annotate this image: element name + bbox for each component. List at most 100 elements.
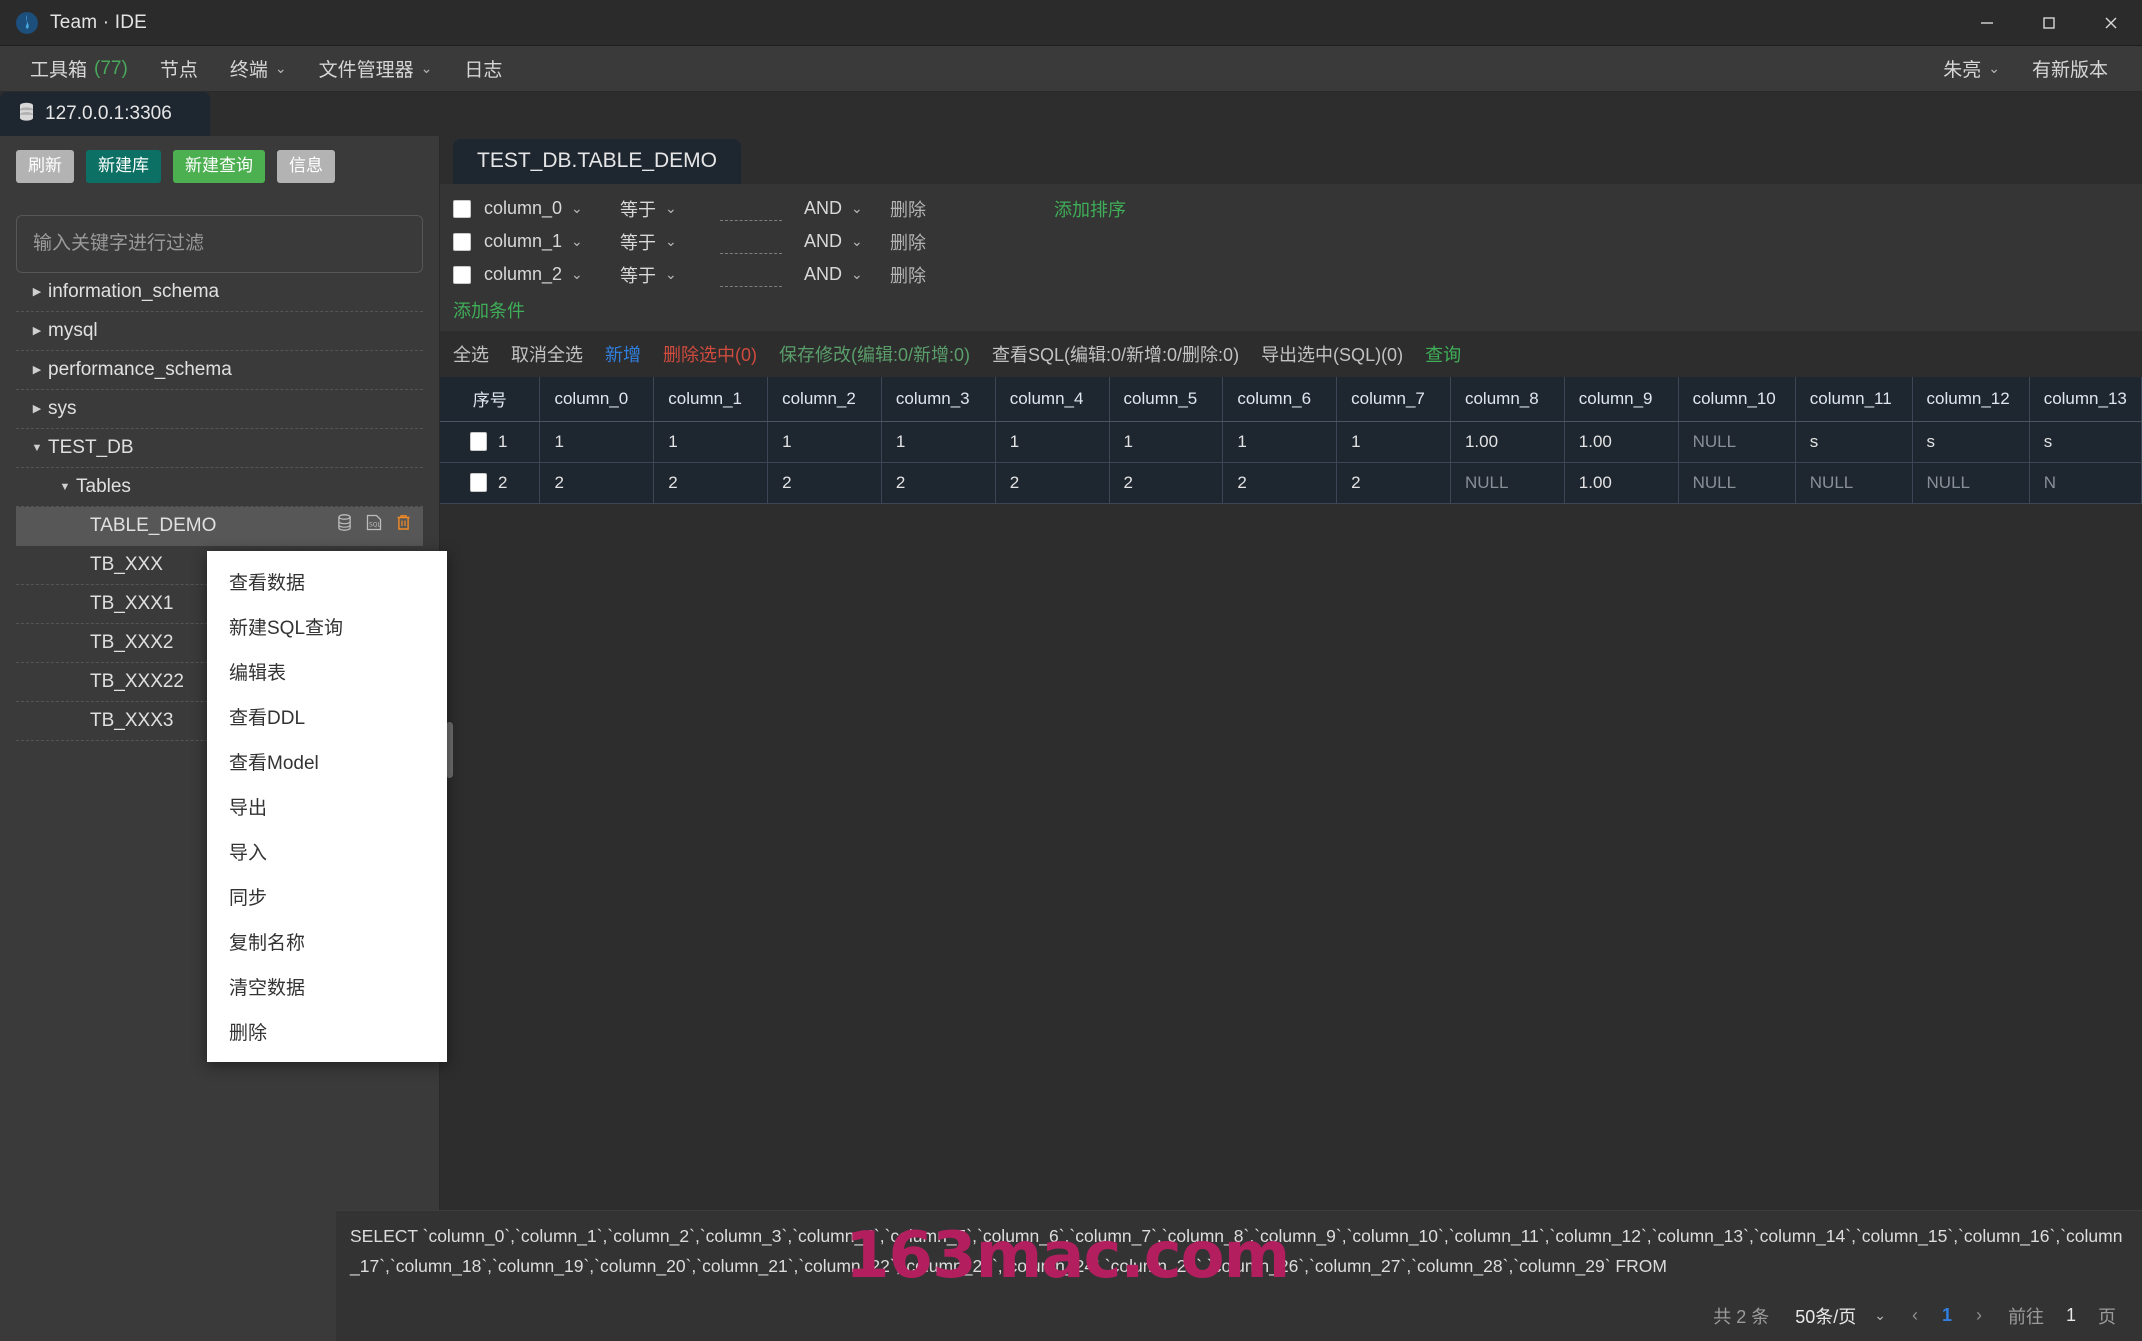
maximize-button[interactable] [2018,0,2080,45]
cell[interactable]: 2 [540,462,654,503]
cell[interactable]: 1 [540,421,654,462]
chevron-right-icon[interactable]: ▶ [26,363,48,376]
filter-delete-link[interactable]: 删除 [890,229,926,255]
trash-icon[interactable] [396,514,411,537]
filter-column-select[interactable]: column_1 ⌄ [484,231,602,252]
filter-logic-select[interactable]: AND ⌄ [804,198,864,219]
filter-logic-select[interactable]: AND ⌄ [804,264,864,285]
row-checkbox[interactable] [470,473,487,492]
context-menu-item-sync[interactable]: 同步 [207,874,447,919]
filter-delete-link[interactable]: 删除 [890,262,926,288]
filter-operator-select[interactable]: 等于 ⌄ [620,229,692,255]
cell[interactable]: 1 [654,421,768,462]
sidebar-item-mysql[interactable]: ▶ mysql [16,312,423,351]
filter-delete-link[interactable]: 删除 [890,196,926,222]
cell[interactable]: 2 [1223,462,1337,503]
cell[interactable]: 2 [768,462,882,503]
cell[interactable]: 1.00 [1564,462,1678,503]
filter-logic-select[interactable]: AND ⌄ [804,231,864,252]
goto-page-input[interactable]: 1 [2066,1305,2076,1326]
cell[interactable]: 1 [995,421,1109,462]
prev-page-button[interactable]: ‹ [1912,1305,1918,1326]
row-index-cell[interactable]: 2 [440,462,540,503]
cell[interactable]: 1 [1223,421,1337,462]
filter-row-checkbox[interactable] [453,266,471,284]
cell[interactable]: NULL [1678,421,1795,462]
menu-item-file-manager[interactable]: 文件管理器 ⌄ [303,49,449,88]
column-header-column-10[interactable]: column_10 [1678,377,1795,421]
filter-column-select[interactable]: column_2 ⌄ [484,264,602,285]
add-row-link[interactable]: 新增 [605,341,641,367]
filter-row-checkbox[interactable] [453,233,471,251]
cell[interactable]: 2 [881,462,995,503]
cell[interactable]: 1.00 [1450,421,1564,462]
cell[interactable]: 2 [1109,462,1223,503]
cell[interactable]: 2 [654,462,768,503]
filter-row-checkbox[interactable] [453,200,471,218]
column-header-column-13[interactable]: column_13 [2029,377,2141,421]
chevron-right-icon[interactable]: ▶ [26,402,48,415]
new-database-button[interactable]: 新建库 [86,150,161,183]
row-index-cell[interactable]: 1 [440,421,540,462]
next-page-button[interactable]: › [1976,1305,1982,1326]
menu-item-logs[interactable]: 日志 [448,49,518,88]
connection-tab[interactable]: 127.0.0.1:3306 [0,92,210,136]
sidebar-item-test-db[interactable]: ▼ TEST_DB [16,429,423,468]
add-sort-link[interactable]: 添加排序 [1054,196,1126,222]
column-header-column-12[interactable]: column_12 [1912,377,2029,421]
column-header-column-4[interactable]: column_4 [995,377,1109,421]
column-header-column-2[interactable]: column_2 [768,377,882,421]
table-row[interactable]: 2 2 2 2 2 2 2 2 2 NULL 1.00 NULL NULL [440,462,2142,503]
add-condition-link[interactable]: 添加条件 [440,291,2142,325]
database-icon[interactable] [337,514,352,537]
update-available-link[interactable]: 有新版本 [2016,49,2124,88]
select-all-link[interactable]: 全选 [453,341,489,367]
export-selected-link[interactable]: 导出选中(SQL)(0) [1261,341,1403,367]
context-menu-item-edit-table[interactable]: 编辑表 [207,649,447,694]
context-menu-item-view-ddl[interactable]: 查看DDL [207,694,447,739]
chevron-down-icon[interactable]: ▼ [26,442,48,454]
context-menu-item-import[interactable]: 导入 [207,829,447,874]
cell[interactable]: NULL [1678,462,1795,503]
column-header-column-5[interactable]: column_5 [1109,377,1223,421]
cell[interactable]: NULL [1450,462,1564,503]
column-header-column-9[interactable]: column_9 [1564,377,1678,421]
cell[interactable]: 2 [995,462,1109,503]
refresh-button[interactable]: 刷新 [16,150,74,183]
menu-item-terminal[interactable]: 终端 ⌄ [214,49,303,88]
column-header-column-11[interactable]: column_11 [1795,377,1912,421]
context-menu-item-export[interactable]: 导出 [207,784,447,829]
column-header-column-8[interactable]: column_8 [1450,377,1564,421]
sidebar-item-performance-schema[interactable]: ▶ performance_schema [16,351,423,390]
cell[interactable]: 1 [881,421,995,462]
column-header-column-1[interactable]: column_1 [654,377,768,421]
row-checkbox[interactable] [470,432,487,451]
cell[interactable]: s [1912,421,2029,462]
tab-test-db-table-demo[interactable]: TEST_DB.TABLE_DEMO [453,139,741,184]
close-button[interactable] [2080,0,2142,45]
filter-value-input[interactable] [720,234,782,254]
sql-icon[interactable]: SQL [366,514,382,537]
sidebar-item-sys[interactable]: ▶ sys [16,390,423,429]
info-button[interactable]: 信息 [277,150,335,183]
delete-selected-link[interactable]: 删除选中(0) [663,341,757,367]
user-menu[interactable]: 朱亮 ⌄ [1927,49,2016,88]
cell[interactable]: NULL [1795,462,1912,503]
cell[interactable]: 1.00 [1564,421,1678,462]
save-changes-link[interactable]: 保存修改(编辑:0/新增:0) [779,341,970,367]
cell[interactable]: 1 [1109,421,1223,462]
deselect-all-link[interactable]: 取消全选 [511,341,583,367]
view-sql-link[interactable]: 查看SQL(编辑:0/新增:0/删除:0) [992,341,1239,367]
sidebar-item-information-schema[interactable]: ▶ information_schema [16,273,423,312]
sidebar-item-tables[interactable]: ▼ Tables [16,468,423,507]
context-menu-item-new-sql-query[interactable]: 新建SQL查询 [207,604,447,649]
tree-filter-box[interactable] [16,215,423,273]
filter-operator-select[interactable]: 等于 ⌄ [620,262,692,288]
sidebar-item-table-demo[interactable]: TABLE_DEMO SQL [16,507,423,546]
column-header-index[interactable]: 序号 [440,377,540,421]
context-menu-item-copy-name[interactable]: 复制名称 [207,919,447,964]
filter-value-input[interactable] [720,267,782,287]
column-header-column-0[interactable]: column_0 [540,377,654,421]
new-query-button[interactable]: 新建查询 [173,150,265,183]
page-size-select[interactable]: 50条/页 ⌄ [1795,1303,1886,1329]
